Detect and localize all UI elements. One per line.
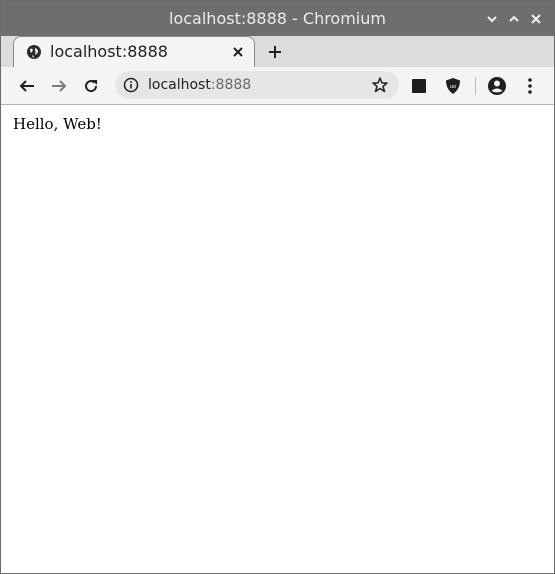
window-title: localhost:8888 - Chromium	[169, 9, 386, 28]
title-bar[interactable]: localhost:8888 - Chromium	[1, 1, 554, 36]
forward-icon	[52, 80, 67, 92]
chevron-down-icon	[487, 16, 497, 23]
account-button[interactable]	[486, 75, 508, 97]
address-bar[interactable]: localhost:8888	[115, 71, 399, 99]
menu-button[interactable]	[519, 75, 541, 97]
tab-close-button[interactable]	[230, 44, 246, 60]
account-icon	[488, 77, 506, 95]
close-icon	[531, 14, 541, 24]
page-text: Hello, Web!	[13, 115, 102, 133]
ublock-shield-icon: uo	[446, 78, 460, 94]
tab-localhost[interactable]: localhost:8888	[13, 36, 255, 68]
page-content: Hello, Web!	[1, 105, 554, 573]
new-tab-button[interactable]	[265, 42, 285, 62]
back-button[interactable]	[16, 75, 38, 97]
tab-strip: localhost:8888	[1, 36, 554, 68]
reload-icon	[85, 80, 98, 93]
close-icon	[233, 47, 243, 57]
url-host: localhost	[148, 77, 211, 93]
toolbar: localhost:8888 uo	[1, 67, 554, 105]
svg-text:uo: uo	[450, 84, 456, 90]
back-icon	[19, 80, 34, 92]
url-text[interactable]: localhost:8888	[148, 71, 251, 99]
close-window-button[interactable]	[527, 10, 545, 28]
toolbar-separator	[475, 77, 476, 95]
maximize-button[interactable]	[505, 10, 523, 28]
browser-window: localhost:8888 - Chromium localhost:8888	[0, 0, 555, 574]
plus-icon	[269, 46, 281, 58]
url-port: :8888	[210, 77, 252, 93]
minimize-button[interactable]	[483, 10, 501, 28]
menu-dots-icon	[528, 78, 532, 94]
extension-square-icon	[412, 79, 426, 93]
reload-button[interactable]	[80, 75, 102, 97]
tab-title: localhost:8888	[50, 42, 168, 61]
ublock-button[interactable]: uo	[442, 75, 464, 97]
forward-button[interactable]	[48, 75, 70, 97]
star-icon[interactable]	[371, 76, 389, 94]
chevron-up-icon	[509, 15, 519, 22]
extension-button[interactable]	[408, 75, 430, 97]
info-icon[interactable]	[123, 77, 139, 93]
globe-icon	[27, 45, 41, 59]
